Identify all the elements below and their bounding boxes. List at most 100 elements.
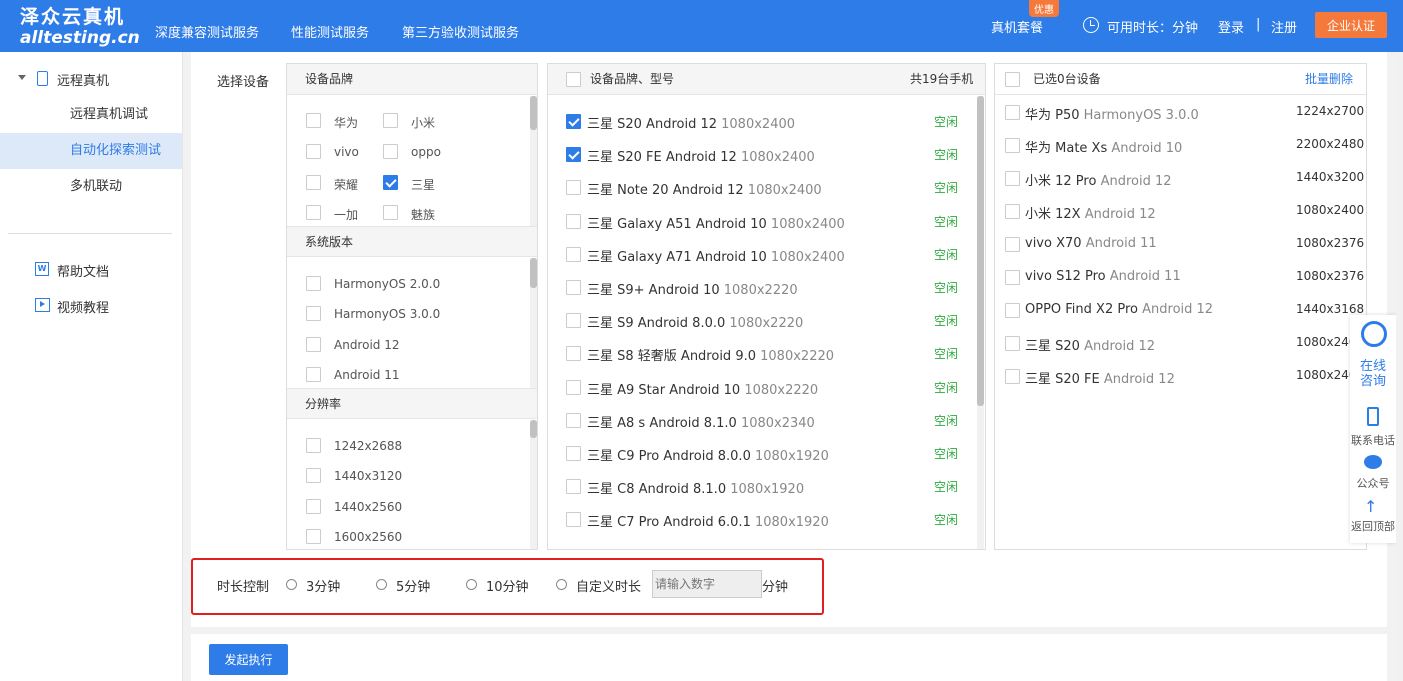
selected-checkbox[interactable] xyxy=(1005,237,1020,252)
nav-acceptance-test[interactable]: 第三方验收测试服务 xyxy=(402,22,519,41)
res-checkbox[interactable] xyxy=(306,529,321,544)
os-checkbox[interactable] xyxy=(306,306,321,321)
sidebar-item-multi-device[interactable]: 多机联动 xyxy=(0,169,182,205)
selected-checkbox[interactable] xyxy=(1005,270,1020,285)
logo[interactable]: 泽众云真机 alltesting.cn xyxy=(20,6,140,48)
online-consult-button[interactable]: 在线咨询 xyxy=(1350,359,1396,389)
batch-delete-link[interactable]: 批量删除 xyxy=(1305,64,1353,95)
device-row[interactable]: 三星 S9+ Android 10 1080x2220 空闲 xyxy=(548,271,968,304)
device-row[interactable]: 三星 C7 Pro Android 6.0.1 1080x1920 空闲 xyxy=(548,503,968,536)
selected-device-row[interactable]: 小米 12X Android 12 1080x2400 xyxy=(995,195,1366,228)
nav-compat-test[interactable]: 深度兼容测试服务 xyxy=(155,22,259,41)
device-row[interactable]: 三星 S20 Android 12 1080x2400 空闲 xyxy=(548,105,968,138)
res-checkbox[interactable] xyxy=(306,499,321,514)
package-link[interactable]: 真机套餐 xyxy=(991,17,1043,36)
sidebar-group-remote[interactable]: 远程真机 xyxy=(57,70,109,89)
sidebar-video[interactable]: 视频教程 xyxy=(57,297,109,316)
os-checkbox[interactable] xyxy=(306,276,321,291)
device-scroll-thumb[interactable] xyxy=(977,96,984,406)
radio-5min-label[interactable]: 5分钟 xyxy=(396,576,430,595)
device-row[interactable]: 三星 A8 s Android 8.1.0 1080x2340 空闲 xyxy=(548,404,968,437)
device-checkbox[interactable] xyxy=(566,246,581,262)
device-row[interactable]: 三星 S20 FE Android 12 1080x2400 空闲 xyxy=(548,138,968,171)
sidebar-item-remote-debug[interactable]: 远程真机调试 xyxy=(0,97,182,133)
brand-scrollbar[interactable] xyxy=(530,96,537,226)
device-checkbox[interactable] xyxy=(566,114,581,129)
selected-device-row[interactable]: vivo X70 Android 11 1080x2376 xyxy=(995,228,1366,261)
back-to-top-button[interactable]: 返回顶部 xyxy=(1350,518,1396,534)
device-checkbox[interactable] xyxy=(566,412,581,428)
radio-3min-label[interactable]: 3分钟 xyxy=(306,576,340,595)
submit-execute-button[interactable]: 发起执行 xyxy=(209,644,288,675)
device-row[interactable]: 三星 Galaxy A51 Android 10 1080x2400 空闲 xyxy=(548,205,968,238)
brand-checkbox-oneplus[interactable] xyxy=(306,205,321,220)
res-checkbox[interactable] xyxy=(306,468,321,483)
selected-device-row[interactable]: 三星 S20 FE Android 12 1080x2400 xyxy=(995,360,1366,393)
caret-down-icon[interactable] xyxy=(18,75,26,80)
selected-checkbox[interactable] xyxy=(1005,336,1020,351)
device-checkbox[interactable] xyxy=(566,446,581,461)
device-row[interactable]: 三星 S9 Android 8.0.0 1080x2220 空闲 xyxy=(548,304,968,337)
os-checkbox[interactable] xyxy=(306,367,321,382)
device-checkbox[interactable] xyxy=(566,346,581,362)
radio-5min[interactable] xyxy=(376,579,387,590)
device-checkbox[interactable] xyxy=(566,379,581,395)
nav-perf-test[interactable]: 性能测试服务 xyxy=(291,22,369,41)
selected-device-row[interactable]: 小米 12 Pro Android 12 1440x3200 xyxy=(995,162,1366,195)
selected-device-row[interactable]: 华为 Mate Xs Android 10 2200x2480 xyxy=(995,129,1366,162)
selected-checkbox[interactable] xyxy=(1005,369,1020,384)
enterprise-auth-button[interactable]: 企业认证 xyxy=(1315,12,1387,38)
selected-checkbox[interactable] xyxy=(1005,171,1020,186)
selected-checkbox[interactable] xyxy=(1005,303,1020,318)
os-scroll-thumb[interactable] xyxy=(530,258,537,288)
brand-checkbox-meizu[interactable] xyxy=(383,205,398,220)
os-checkbox[interactable] xyxy=(306,337,321,352)
selected-device-row[interactable]: 三星 S20 Android 12 1080x2400 xyxy=(995,327,1366,360)
brand-checkbox-vivo[interactable] xyxy=(306,144,321,159)
device-scrollbar[interactable] xyxy=(977,96,984,549)
select-all-checkbox[interactable] xyxy=(566,72,581,87)
device-checkbox[interactable] xyxy=(566,512,581,528)
device-row[interactable]: 三星 A9 Star Android 10 1080x2220 空闲 xyxy=(548,371,968,404)
res-scrollbar[interactable] xyxy=(530,420,537,549)
selected-device-row[interactable]: OPPO Find X2 Pro Android 12 1440x3168 xyxy=(995,294,1366,327)
contact-phone-button[interactable]: 联系电话 xyxy=(1350,432,1396,448)
brand-checkbox-samsung[interactable] xyxy=(383,175,398,190)
device-row[interactable]: 三星 S8 轻奢版 Android 9.0 1080x2220 空闲 xyxy=(548,337,968,370)
device-row[interactable]: 三星 C8 Android 8.1.0 1080x1920 空闲 xyxy=(548,470,968,503)
device-checkbox[interactable] xyxy=(566,147,581,163)
page-scrollbar[interactable] xyxy=(1396,52,1403,681)
selected-device-row[interactable]: 华为 P50 HarmonyOS 3.0.0 1224x2700 xyxy=(995,96,1366,129)
select-all-selected-checkbox[interactable] xyxy=(1005,72,1020,87)
radio-10min-label[interactable]: 10分钟 xyxy=(486,576,529,595)
radio-custom-label[interactable]: 自定义时长 xyxy=(576,576,641,595)
brand-checkbox-oppo[interactable] xyxy=(383,144,398,159)
selected-checkbox[interactable] xyxy=(1005,138,1020,153)
login-link[interactable]: 登录 xyxy=(1218,17,1244,36)
radio-10min[interactable] xyxy=(466,579,477,590)
os-scrollbar[interactable] xyxy=(530,258,537,388)
brand-checkbox-xiaomi[interactable] xyxy=(383,113,398,128)
sidebar-help[interactable]: 帮助文档 xyxy=(57,261,109,280)
radio-custom[interactable] xyxy=(556,579,567,590)
device-checkbox[interactable] xyxy=(566,280,581,295)
brand-checkbox-huawei[interactable] xyxy=(306,113,321,128)
device-checkbox[interactable] xyxy=(566,213,581,229)
wechat-account-button[interactable]: 公众号 xyxy=(1350,475,1396,491)
brand-checkbox-honor[interactable] xyxy=(306,175,321,190)
res-checkbox[interactable] xyxy=(306,438,321,453)
custom-duration-input[interactable] xyxy=(652,570,762,598)
device-checkbox[interactable] xyxy=(566,313,581,329)
device-row[interactable]: 三星 C9 Pro Android 8.0.0 1080x1920 空闲 xyxy=(548,437,968,470)
device-checkbox[interactable] xyxy=(566,180,581,196)
sidebar-item-auto-explore[interactable]: 自动化探索测试 xyxy=(0,133,182,169)
selected-checkbox[interactable] xyxy=(1005,105,1020,120)
radio-3min[interactable] xyxy=(286,579,297,590)
device-row[interactable]: 三星 Galaxy A71 Android 10 1080x2400 空闲 xyxy=(548,238,968,271)
register-link[interactable]: 注册 xyxy=(1271,17,1297,36)
res-scroll-thumb[interactable] xyxy=(530,420,537,438)
selected-checkbox[interactable] xyxy=(1005,204,1020,219)
selected-device-row[interactable]: vivo S12 Pro Android 11 1080x2376 xyxy=(995,261,1366,294)
device-row[interactable]: 三星 Note 20 Android 12 1080x2400 空闲 xyxy=(548,171,968,204)
brand-scroll-thumb[interactable] xyxy=(530,96,537,130)
